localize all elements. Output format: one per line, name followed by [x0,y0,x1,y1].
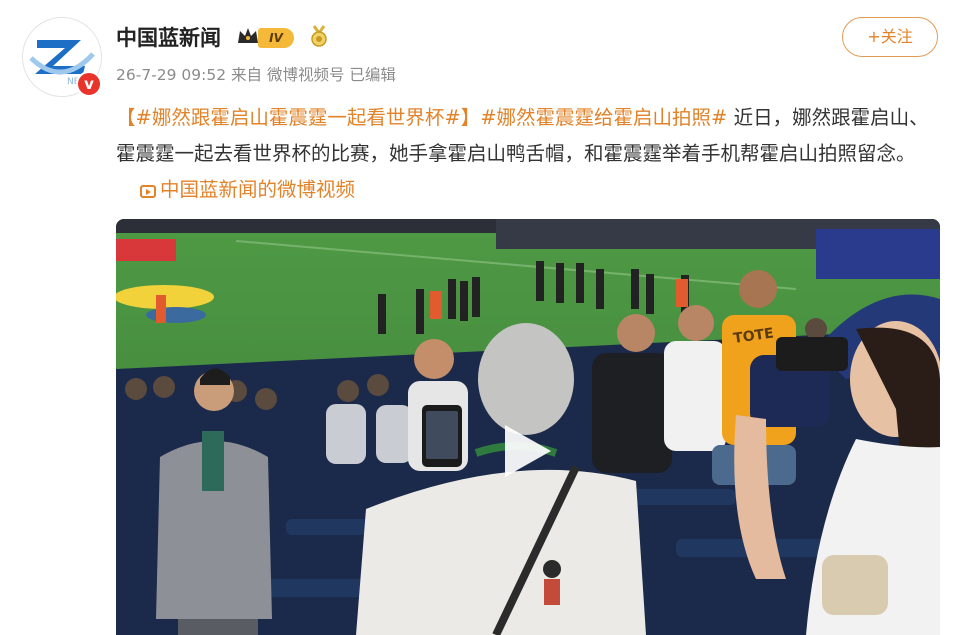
post-text: 【#娜然跟霍启山霍震霆一起看世界杯#】#娜然霍震霆给霍启山拍照# 近日，娜然跟霍… [116,100,946,208]
post-meta: 26-7-29 09:52 来自 微博视频号 已编辑 [116,66,396,84]
play-button-icon[interactable] [505,425,551,477]
medal-icon [311,25,327,47]
verified-badge-icon: v [76,71,102,97]
account-name[interactable]: 中国蓝新闻 [116,22,221,52]
hashtag-topic-2[interactable]: #娜然霍震霆给霍启山拍照# [480,106,727,129]
video-icon [140,185,156,198]
follow-button[interactable]: +关注 [842,17,938,57]
crown-icon [238,28,258,43]
video-link-label: 中国蓝新闻的微博视频 [160,178,356,201]
hashtag-topic-1[interactable]: 【#娜然跟霍启山霍震霆一起看世界杯#】 [116,106,480,129]
level-badge: IV [258,28,294,48]
video-source-link[interactable]: 中国蓝新闻的微博视频 [140,178,355,201]
